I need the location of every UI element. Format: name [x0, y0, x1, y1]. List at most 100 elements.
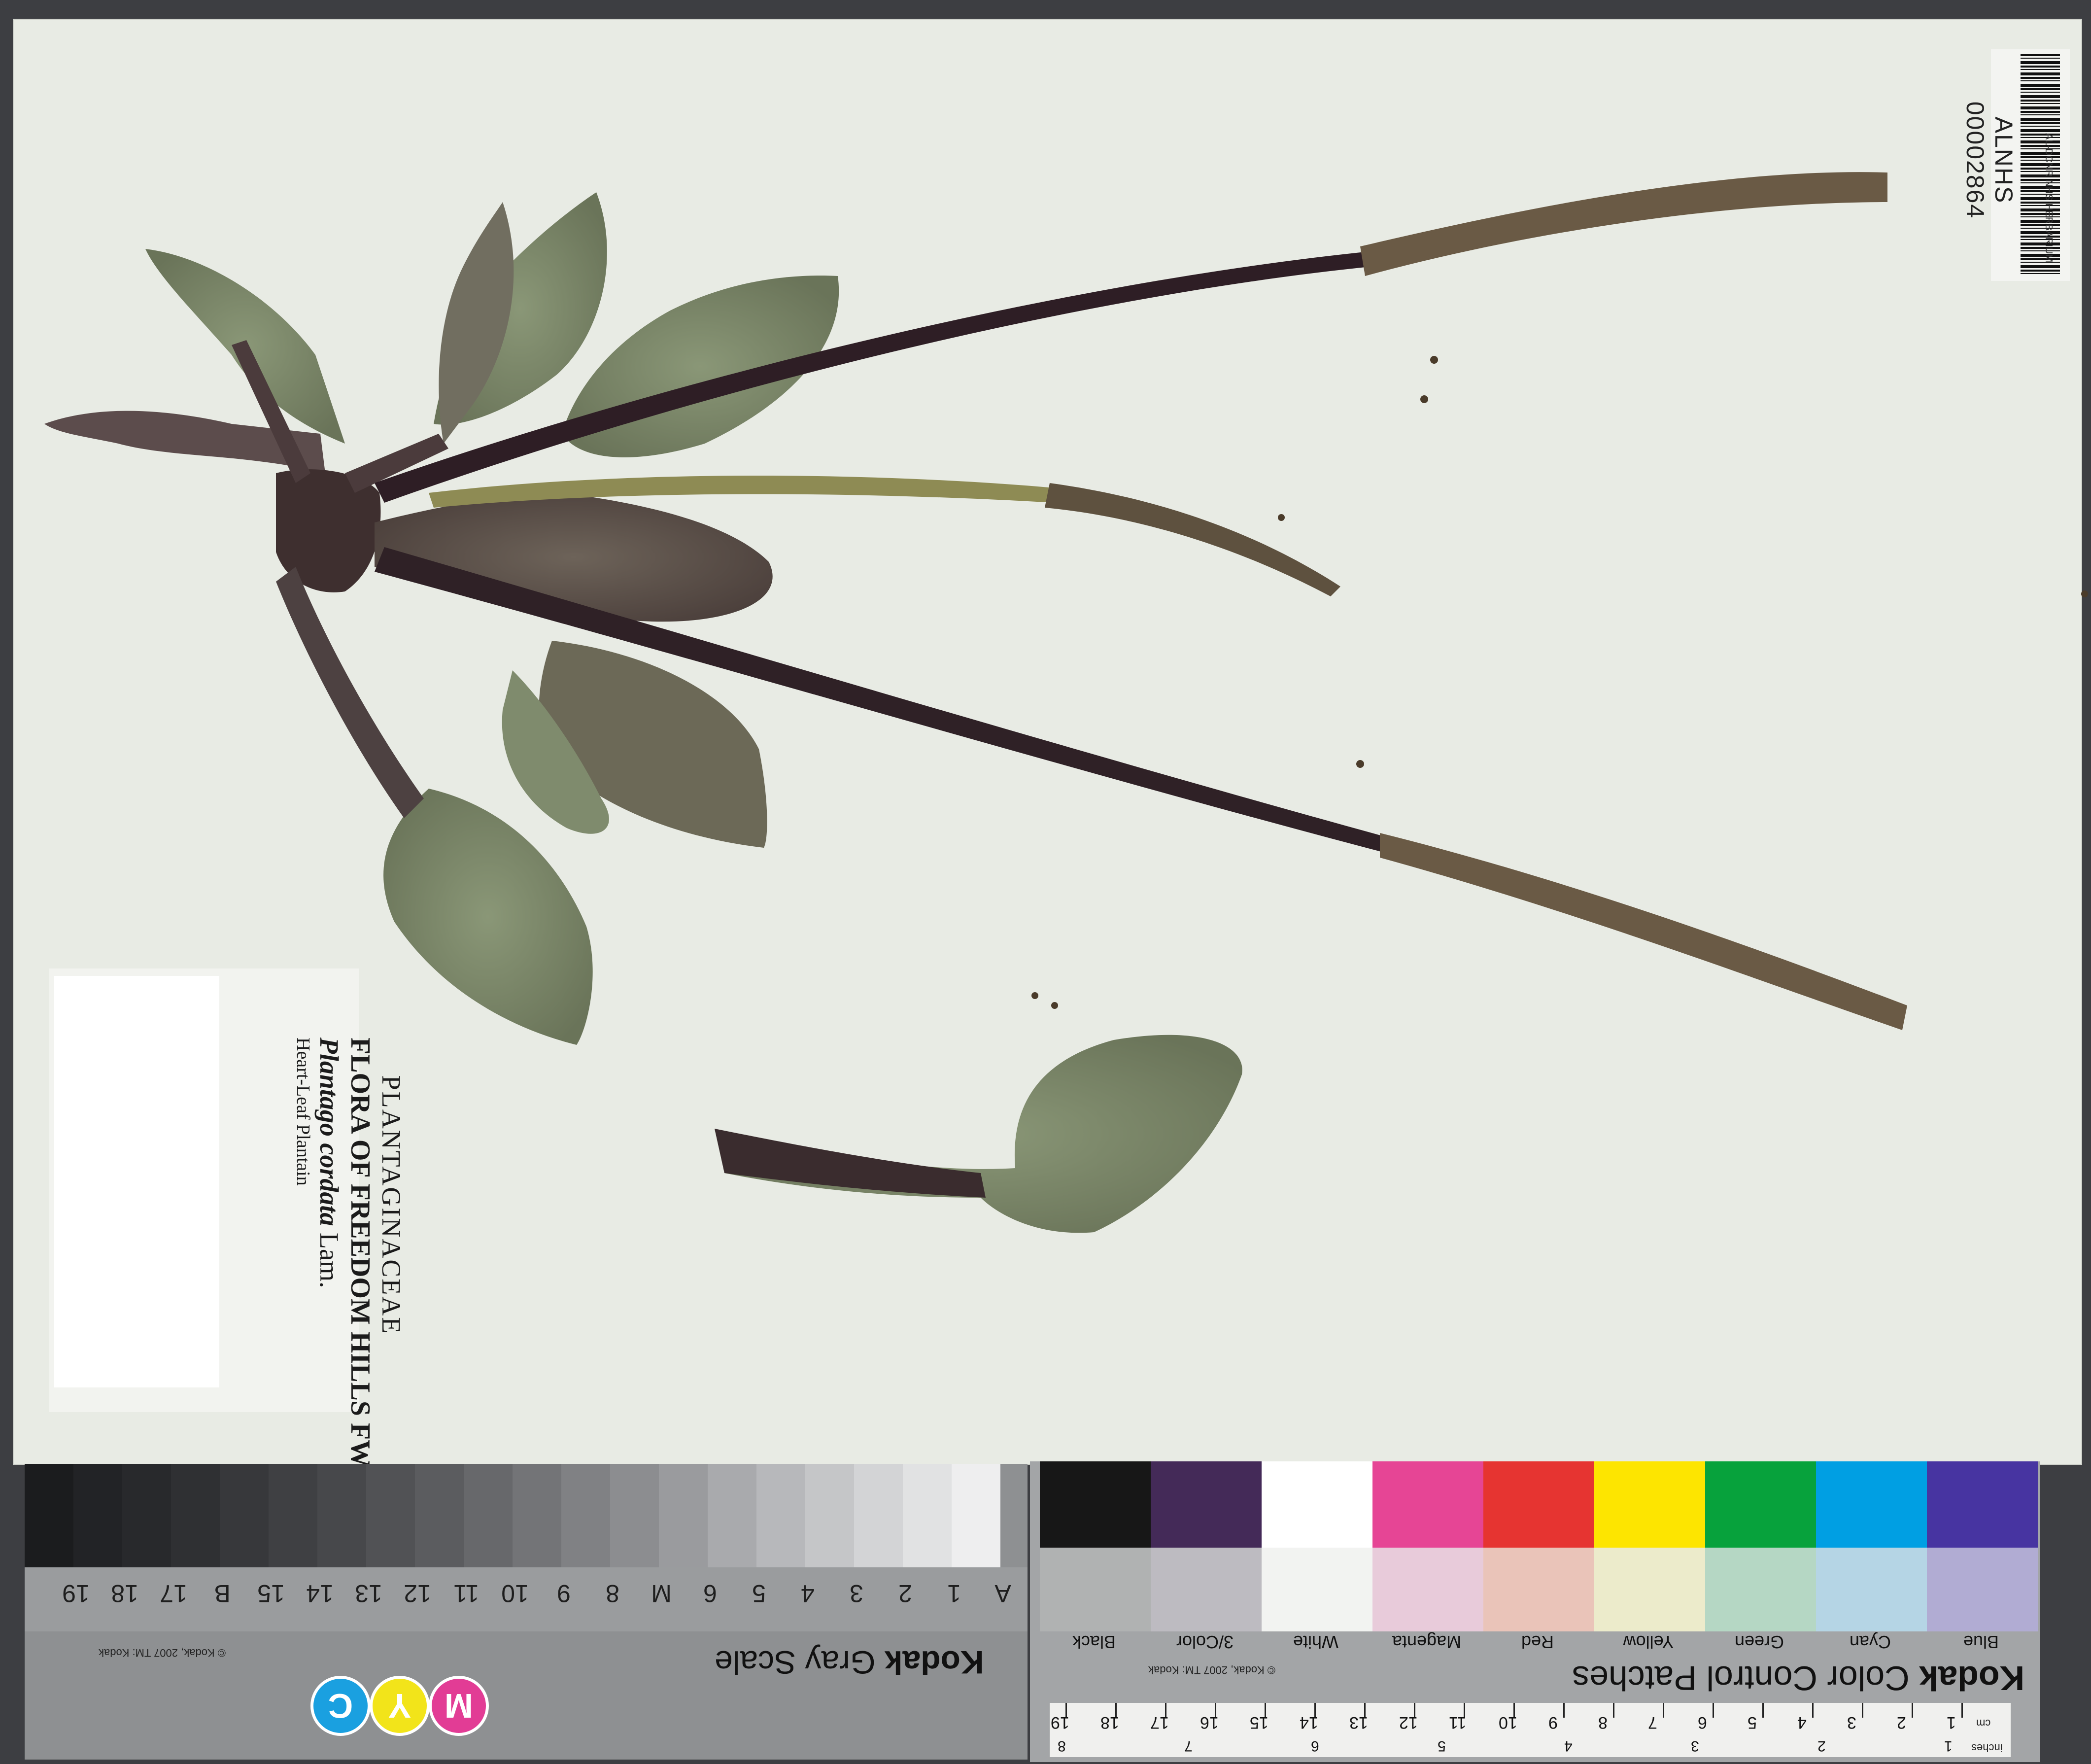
ruler-cm-number: 3: [1847, 1713, 1856, 1732]
ruler-cm-number: 17: [1150, 1713, 1169, 1732]
taxon-author: Lam.: [314, 1233, 344, 1288]
catalog-number: ALNHS 00002864: [1961, 101, 2018, 219]
color-patch-top: [1372, 1461, 1483, 1548]
gray-patch-label: 6: [703, 1580, 717, 1607]
ruler-cm-number: 14: [1300, 1713, 1318, 1732]
color-patch-top: [1262, 1461, 1372, 1548]
ruler-cm-number: 12: [1399, 1713, 1418, 1732]
gray-patch-label: 3: [850, 1580, 863, 1607]
cyan-dot: C: [310, 1676, 371, 1736]
flower-spike: [1045, 483, 1340, 596]
gray-patch: [513, 1464, 561, 1567]
gray-scale-card: A 1 2 3 4 5 6 M 8 9 10 11 12 13 14 15 B 17 18 19 Kodak Gray…: [25, 1464, 1028, 1760]
ruler-tick: [1862, 1703, 1863, 1718]
gray-patch: [415, 1464, 464, 1567]
ruler-inch-number: 4: [1564, 1738, 1573, 1754]
ruler-cm-number: 19: [1051, 1713, 1069, 1732]
label-flora: FLORA OF FREEDOM HILLS FW TRACT: [345, 1038, 376, 1570]
herbarium-scan: ALNHS 00002864 AL-DCNR NHS HERBARIUM PLA…: [0, 0, 2091, 1764]
gray-patch: [220, 1464, 269, 1567]
ruler-inch-number: 8: [1058, 1738, 1066, 1754]
gray-patch: [756, 1464, 805, 1567]
color-patch-bottom: [1262, 1548, 1372, 1631]
gray-patch: [25, 1464, 73, 1567]
gray-patch-label: 11: [453, 1580, 479, 1607]
gray-scale-labels: A 1 2 3 4 5 6 M 8 9 10 11 12 13 14 15 B 17 18 19: [25, 1567, 1028, 1631]
gray-patch: [903, 1464, 952, 1567]
leaf: [383, 789, 593, 1045]
ruler-tick: [1961, 1703, 1963, 1718]
gray-patch-label: 2: [898, 1580, 912, 1607]
gray-patch-label: 4: [801, 1580, 815, 1607]
yellow-dot: Y: [370, 1676, 430, 1736]
label-blank-area: [54, 976, 219, 1387]
ruler-cm-number: 4: [1797, 1713, 1807, 1732]
gray-patch: [561, 1464, 610, 1567]
color-patch-name: Magenta: [1392, 1632, 1462, 1652]
ruler-cm-label: cm: [1976, 1717, 1991, 1729]
ruler-inch-number: 1: [1944, 1738, 1953, 1754]
color-patch-top: [1816, 1461, 1927, 1548]
ruler-inch-number: 3: [1691, 1738, 1699, 1754]
gray-patch: [659, 1464, 708, 1567]
gray-patch-label: 13: [355, 1580, 382, 1607]
color-patch-bottom: [1040, 1548, 1151, 1631]
ruler-cm-number: 10: [1499, 1713, 1517, 1732]
ruler-tick: [1563, 1703, 1565, 1718]
ruler-inch-number: 5: [1438, 1738, 1446, 1754]
gray-patch-label: M: [651, 1580, 672, 1607]
ruler-cm-number: 16: [1200, 1713, 1219, 1732]
color-patch-name: 3/Color: [1176, 1632, 1234, 1652]
color-card-title-text: Color Control Patches: [1572, 1659, 1910, 1697]
color-patch-top: [1483, 1461, 1594, 1548]
gray-patch: [805, 1464, 854, 1567]
gray-patch-label: 18: [111, 1580, 138, 1607]
flower-spike: [1380, 833, 1907, 1030]
label-family: PLANTAGINACEAE: [377, 1075, 406, 1335]
color-patch-name: Green: [1734, 1632, 1784, 1652]
gray-patch: [366, 1464, 415, 1567]
color-patch-top: [1594, 1461, 1705, 1548]
kodak-brand: Kodak: [884, 1644, 984, 1681]
color-patch-bottom: [1372, 1548, 1483, 1631]
gray-patch: [854, 1464, 903, 1567]
barcode-institution: AL-DCNR NHS HERBARIUM: [2043, 133, 2054, 263]
petiole: [276, 567, 424, 818]
ruler-tick: [1812, 1703, 1814, 1718]
magenta-dot: M: [429, 1676, 489, 1736]
gray-patch: [171, 1464, 220, 1567]
herbarium-label: PLANTAGINACEAE FLORA OF FREEDOM HILLS FW…: [49, 968, 406, 1570]
color-patch-name: Yellow: [1623, 1632, 1674, 1652]
color-patch-name: Cyan: [1849, 1632, 1891, 1652]
gray-patch: [464, 1464, 513, 1567]
leaf: [375, 493, 773, 622]
ruler-inches-label: inches: [1971, 1742, 2003, 1754]
ruler-cm-number: 15: [1250, 1713, 1268, 1732]
color-patch-top: [1151, 1461, 1262, 1548]
gray-patch: [317, 1464, 366, 1567]
color-patch-bottom: [1151, 1548, 1262, 1631]
color-patch-name: Blue: [1963, 1632, 1999, 1652]
gray-patch: [708, 1464, 756, 1567]
gray-patch-label: 1: [947, 1580, 961, 1607]
color-patch-bottom: [1483, 1548, 1594, 1631]
ruler-cm-number: 6: [1698, 1713, 1707, 1732]
color-patch-bottom: [1594, 1548, 1705, 1631]
ruler-cm-number: 11: [1449, 1713, 1467, 1732]
color-patch-name: White: [1293, 1632, 1339, 1652]
color-patch-bottom: [1816, 1548, 1927, 1631]
label-text: PLANTAGINACEAE FLORA OF FREEDOM HILLS FW…: [249, 1038, 407, 1570]
ruler-cm-number: 13: [1349, 1713, 1368, 1732]
gray-patch: [122, 1464, 171, 1567]
color-patch-bottom: [1705, 1548, 1816, 1631]
color-control-card: Kodak Color Control Patches © Kodak, 200…: [1030, 1461, 2040, 1762]
detached-leaf-base: [715, 1129, 986, 1198]
ruler-cm-number: 7: [1648, 1713, 1657, 1732]
gray-patch-label: 8: [606, 1580, 619, 1607]
color-patch-top: [1705, 1461, 1816, 1548]
gray-patch-label: A: [994, 1580, 1011, 1607]
gray-patch: [73, 1464, 122, 1567]
color-patch-name: Red: [1521, 1632, 1554, 1652]
color-patch-name: Black: [1072, 1632, 1116, 1652]
ruler-cm-number: 2: [1897, 1713, 1906, 1732]
